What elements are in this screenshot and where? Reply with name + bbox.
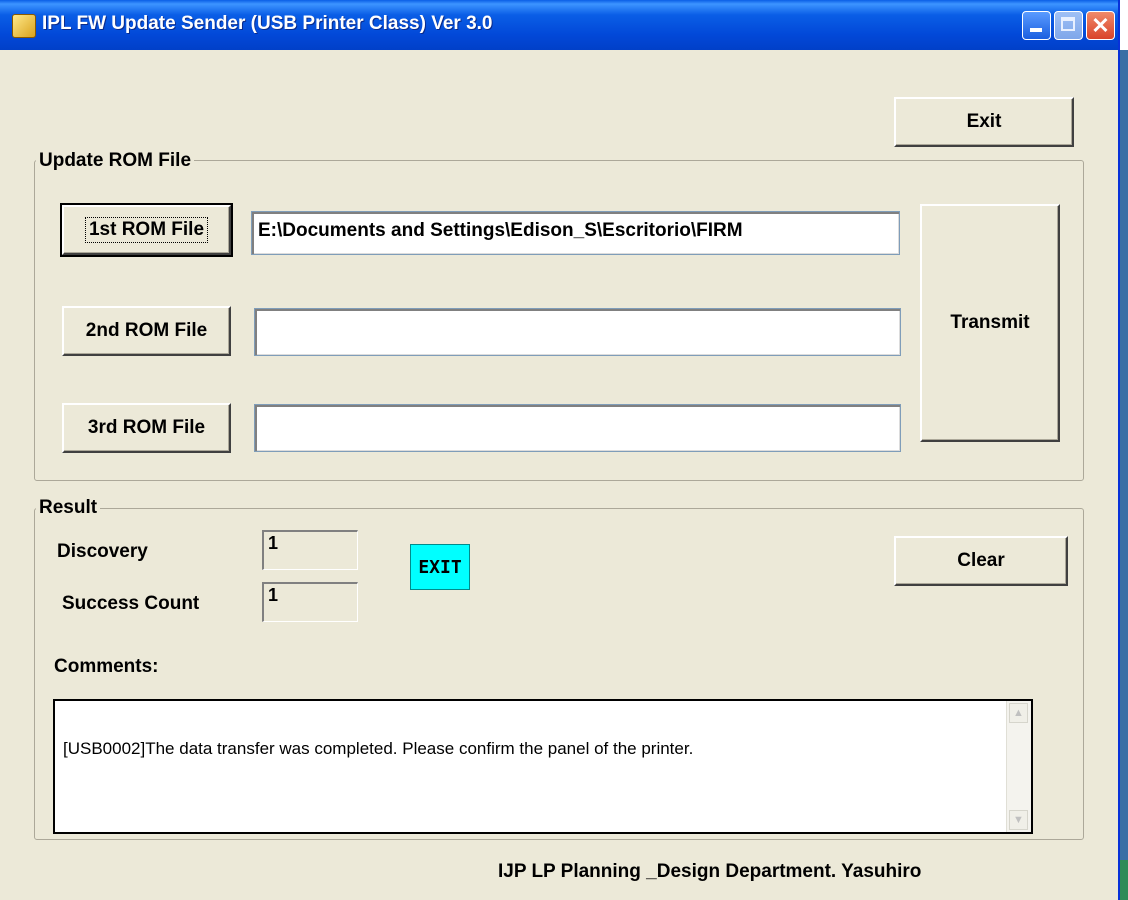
application-window: IPL FW Update Sender (USB Printer Class)… [0, 0, 1120, 900]
success-count-label: Success Count [62, 593, 200, 614]
footer-credit: IJP LP Planning _Design Department. Yasu… [498, 861, 922, 882]
window-title: IPL FW Update Sender (USB Printer Class)… [42, 13, 493, 34]
rom3-button[interactable]: 3rd ROM File [62, 403, 231, 453]
rom2-path-field[interactable] [254, 308, 901, 356]
success-count-value: 1 [262, 582, 358, 622]
comments-text: [USB0002]The data transfer was completed… [63, 739, 694, 758]
rom1-button-label: 1st ROM File [84, 217, 209, 243]
comments-textarea[interactable]: [USB0002]The data transfer was completed… [53, 699, 1033, 834]
desktop-strip [1120, 860, 1128, 900]
rom1-path-field[interactable]: E:\Documents and Settings\Edison_S\Escri… [251, 211, 900, 255]
minimize-icon [1030, 28, 1042, 32]
comments-scrollbar[interactable]: ▲ ▼ [1006, 701, 1031, 832]
close-icon: ✕ [1091, 13, 1110, 38]
maximize-button[interactable] [1054, 11, 1083, 40]
maximize-icon [1061, 17, 1075, 31]
result-legend: Result [36, 497, 101, 519]
discovery-value: 1 [262, 530, 358, 570]
status-badge: EXIT [410, 544, 470, 590]
minimize-button[interactable] [1022, 11, 1051, 40]
clear-button[interactable]: Clear [894, 536, 1068, 586]
clear-button-label: Clear [957, 550, 1005, 571]
scroll-down-icon[interactable]: ▼ [1009, 810, 1028, 830]
rom1-button[interactable]: 1st ROM File [60, 203, 233, 257]
scroll-up-icon[interactable]: ▲ [1009, 703, 1028, 723]
app-icon [12, 14, 36, 38]
exit-button-label: Exit [966, 111, 1002, 132]
rom2-button[interactable]: 2nd ROM File [62, 306, 231, 356]
close-button[interactable]: ✕ [1086, 11, 1115, 40]
discovery-label: Discovery [57, 541, 148, 562]
rom3-button-label: 3rd ROM File [87, 417, 206, 438]
update-rom-legend: Update ROM File [36, 150, 195, 172]
transmit-button-label: Transmit [950, 312, 1030, 333]
rom2-button-label: 2nd ROM File [85, 320, 208, 341]
title-bar[interactable]: IPL FW Update Sender (USB Printer Class)… [0, 0, 1118, 50]
transmit-button[interactable]: Transmit [920, 204, 1060, 442]
desktop-background [1120, 50, 1128, 900]
rom3-path-field[interactable] [254, 404, 901, 452]
comments-label: Comments: [54, 656, 159, 677]
exit-button[interactable]: Exit [894, 97, 1074, 147]
